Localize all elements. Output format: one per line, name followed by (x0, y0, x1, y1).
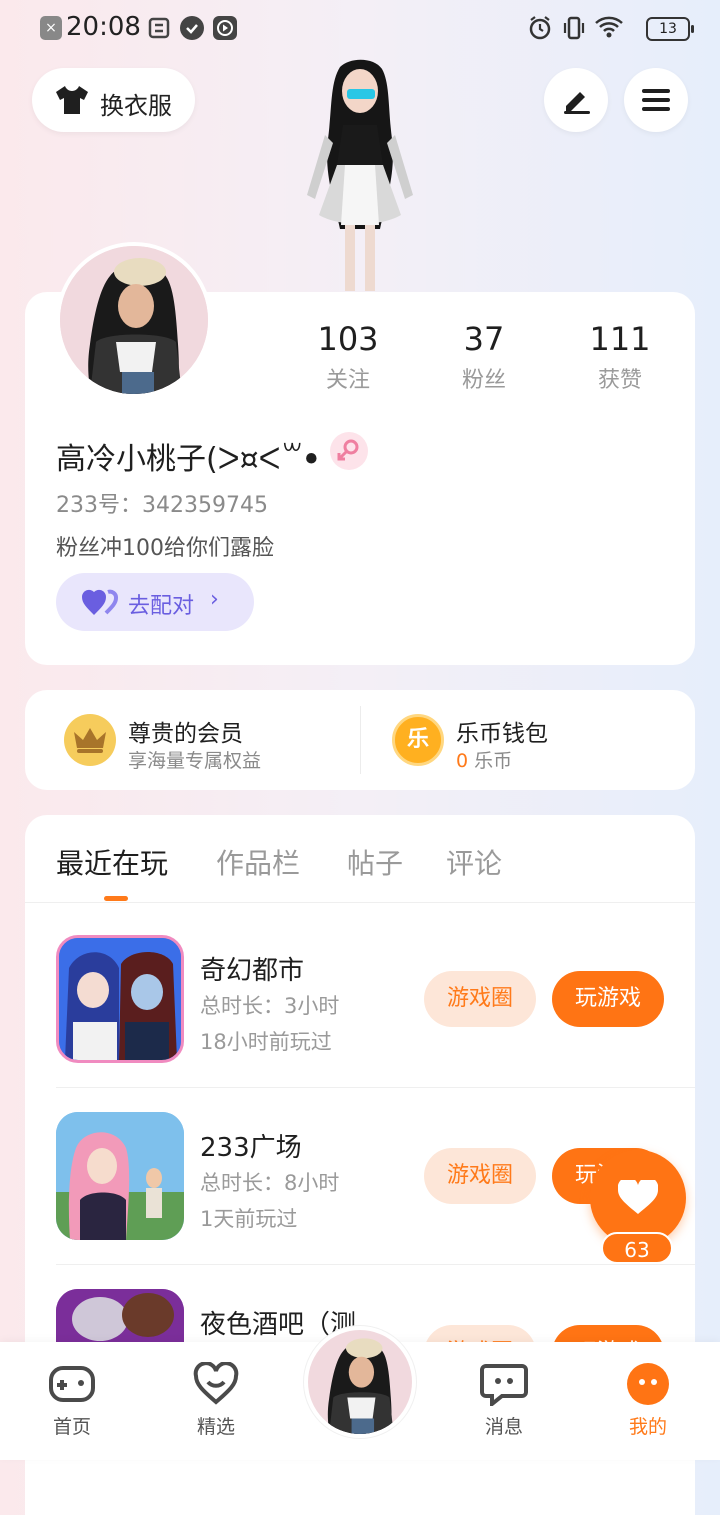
screenshot-icon (148, 16, 170, 40)
heart-outline-icon (193, 1362, 239, 1405)
chevron-right-icon: › (210, 587, 219, 612)
fans-count: 37 (463, 320, 505, 358)
play-game-button[interactable]: 玩游戏 (552, 971, 664, 1027)
profile-face-icon (627, 1363, 669, 1405)
bio: 粉丝冲100给你们露脸 (56, 536, 274, 561)
hearts-icon (81, 587, 118, 621)
crown-icon (64, 714, 116, 766)
hamburger-menu-icon (642, 89, 670, 111)
stat-following[interactable]: 103 关注 (283, 320, 413, 394)
fans-label: 粉丝 (461, 368, 506, 393)
game-last-played: 1天前玩过 (200, 1207, 298, 1231)
chat-bubble-icon (480, 1364, 528, 1406)
change-outfit-label: 换衣服 (100, 92, 172, 120)
wallet-amount: 0 (456, 750, 469, 772)
heart-icon (618, 1180, 658, 1214)
edit-profile-button[interactable] (544, 68, 608, 132)
tab-recent-played[interactable]: 最近在玩 (56, 842, 168, 882)
menu-button[interactable] (624, 68, 688, 132)
play-icon (213, 16, 237, 40)
row-divider (56, 1087, 695, 1088)
gamepad-icon (49, 1366, 95, 1402)
game-icon-233-plaza[interactable] (56, 1112, 184, 1240)
nav-avatar-button[interactable] (304, 1326, 416, 1438)
game-icon-fantasy-city[interactable] (56, 935, 184, 1063)
status-bar: × 20:08 13 (0, 0, 720, 58)
wifi-icon (594, 15, 624, 43)
game-duration: 总时长：8小时 (200, 1171, 340, 1195)
wallet-title[interactable]: 乐币钱包 (456, 714, 548, 748)
row-divider (56, 1264, 695, 1265)
game-name: 奇幻都市 (200, 956, 305, 986)
pen-icon (564, 92, 590, 114)
nav-messages-label: 消息 (484, 1416, 523, 1438)
divider (360, 706, 361, 774)
tshirt-icon (54, 84, 90, 116)
following-count: 103 (317, 320, 379, 358)
game-duration: 总时长：3小时 (200, 994, 340, 1018)
nav-me-label: 我的 (628, 1416, 667, 1438)
tab-posts[interactable]: 帖子 (347, 842, 403, 882)
go-match-button[interactable]: 去配对 › (56, 573, 254, 631)
game-circle-button[interactable]: 游戏圈 (424, 971, 536, 1027)
status-time: 20:08 (66, 12, 141, 42)
game-last-played: 18小时前玩过 (200, 1030, 332, 1054)
stat-fans[interactable]: 37 粉丝 (419, 320, 549, 394)
alarm-icon (528, 15, 552, 45)
vip-subtitle: 享海量专属权益 (128, 750, 262, 772)
likes-count: 111 (589, 320, 651, 358)
following-label: 关注 (325, 368, 370, 393)
game-circle-button[interactable]: 游戏圈 (424, 1148, 536, 1204)
female-gender-icon (330, 432, 368, 470)
wallet-unit: 乐币 (474, 750, 513, 772)
tab-works[interactable]: 作品栏 (216, 842, 300, 882)
vip-title[interactable]: 尊贵的会员 (128, 714, 243, 748)
battery-indicator: 13 (646, 17, 694, 41)
stat-likes[interactable]: 111 获赞 (555, 320, 685, 394)
coin-icon: 乐 (392, 714, 444, 766)
tab-comments[interactable]: 评论 (446, 842, 502, 882)
tab-indicator (104, 896, 128, 901)
nickname: 高冷小桃子(ᐳ¤ᐸ꒳ꔷ (56, 442, 319, 477)
change-outfit-button[interactable]: 换衣服 (32, 68, 195, 132)
check-icon (180, 16, 204, 40)
vibrate-icon (562, 15, 586, 45)
likes-label: 获赞 (597, 368, 642, 393)
close-notification-icon: × (40, 16, 62, 40)
avatar[interactable] (56, 242, 212, 398)
wallet-balance: 0 乐币 (456, 746, 512, 773)
go-match-label: 去配对 (128, 594, 195, 619)
nav-home-label: 首页 (52, 1416, 91, 1438)
user-id: 233号：342359745 (56, 493, 268, 518)
game-name: 233广场 (200, 1133, 302, 1163)
like-count-badge: 63 (601, 1232, 673, 1264)
avatar-3d-character[interactable] (285, 55, 435, 295)
nav-featured-label: 精选 (196, 1416, 235, 1438)
tab-divider (25, 902, 695, 903)
